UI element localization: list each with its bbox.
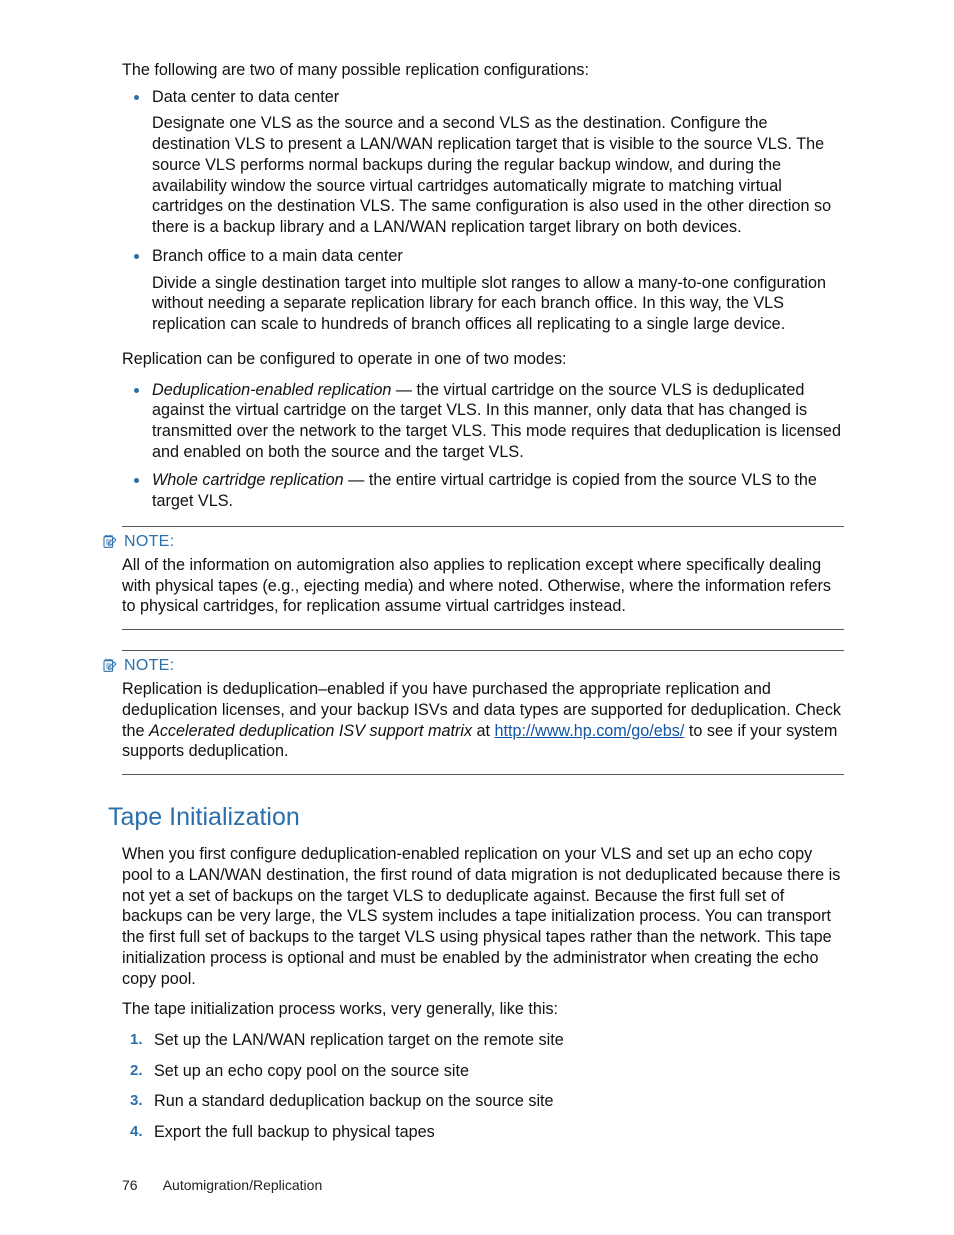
note-label: NOTE:: [124, 533, 174, 551]
horizontal-rule: [122, 629, 844, 630]
horizontal-rule: [122, 650, 844, 651]
note-header: NOTE:: [102, 657, 844, 675]
mode-term: Whole cartridge replication: [152, 471, 344, 489]
config-text: Designate one VLS as the source and a se…: [152, 113, 844, 237]
note2-italic: Accelerated deduplication ISV support ma…: [149, 722, 472, 740]
note-header: NOTE:: [102, 533, 844, 551]
list-item: Data center to data center Designate one…: [150, 87, 844, 238]
config-title: Data center to data center: [152, 87, 844, 108]
note-icon: [102, 658, 118, 674]
page-number: 76: [122, 1177, 138, 1193]
step-item: Set up the LAN/WAN replication target on…: [130, 1030, 844, 1051]
modes-intro-paragraph: Replication can be configured to operate…: [122, 349, 844, 370]
section-paragraph-1: When you first configure deduplication-e…: [122, 844, 844, 989]
list-item: Whole cartridge replication — the entire…: [150, 470, 844, 511]
mode-term: Deduplication-enabled replication: [152, 381, 391, 399]
note2-mid: at: [472, 722, 495, 740]
intro-paragraph: The following are two of many possible r…: [122, 60, 844, 81]
page-footer: 76 Automigration/Replication: [122, 1177, 322, 1193]
step-item: Run a standard deduplication backup on t…: [130, 1091, 844, 1112]
horizontal-rule: [122, 774, 844, 775]
step-item: Export the full backup to physical tapes: [130, 1122, 844, 1143]
note-label: NOTE:: [124, 657, 174, 675]
footer-title: Automigration/Replication: [163, 1177, 323, 1193]
document-page: The following are two of many possible r…: [0, 0, 954, 1235]
list-item: Deduplication-enabled replication — the …: [150, 380, 844, 463]
config-text: Divide a single destination target into …: [152, 273, 844, 335]
steps-list: Set up the LAN/WAN replication target on…: [122, 1030, 844, 1143]
note-block-2: NOTE: Replication is deduplication–enabl…: [122, 650, 844, 775]
list-item: Branch office to a main data center Divi…: [150, 246, 844, 335]
modes-list: Deduplication-enabled replication — the …: [122, 380, 844, 512]
note-text: All of the information on automigration …: [122, 555, 844, 617]
page-content: The following are two of many possible r…: [108, 60, 844, 1143]
note-icon: [102, 534, 118, 550]
horizontal-rule: [122, 526, 844, 527]
step-item: Set up an echo copy pool on the source s…: [130, 1061, 844, 1082]
section-heading-tape-initialization: Tape Initialization: [108, 803, 844, 832]
note-text: Replication is deduplication–enabled if …: [122, 679, 844, 762]
section-paragraph-2: The tape initialization process works, v…: [122, 999, 844, 1020]
support-matrix-link[interactable]: http://www.hp.com/go/ebs/: [495, 722, 685, 740]
note-block-1: NOTE: All of the information on automigr…: [122, 526, 844, 630]
configurations-list: Data center to data center Designate one…: [122, 87, 844, 335]
config-title: Branch office to a main data center: [152, 246, 844, 267]
